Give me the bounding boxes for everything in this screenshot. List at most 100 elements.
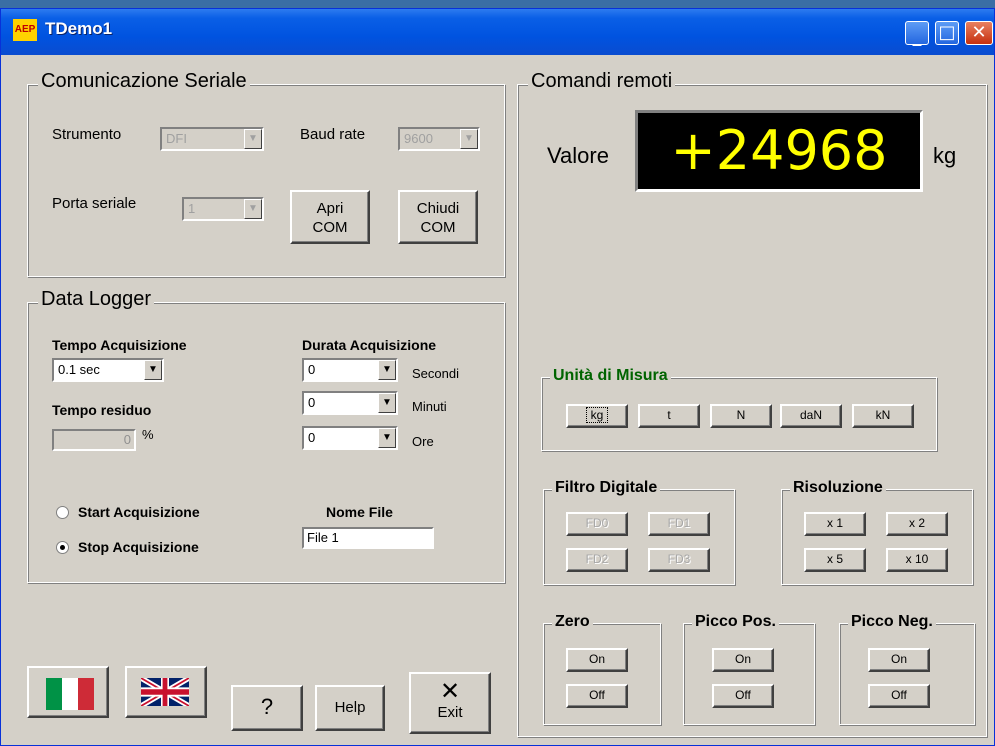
chiudi-com-button[interactable]: Chiudi COM — [398, 190, 478, 244]
title-bar[interactable]: AEP TDemo1 _ □ ✕ — [1, 9, 994, 55]
resolution-x1-button[interactable]: x 1 — [804, 512, 866, 536]
help-button[interactable]: Help — [315, 685, 385, 731]
close-icon: ✕ — [971, 22, 987, 43]
minimize-button[interactable]: _ — [905, 21, 929, 47]
percent-unit: % — [142, 427, 154, 442]
valore-display: +24968 — [635, 110, 923, 192]
unita-misura-group: Unità di Misura kg t N daN kN — [541, 367, 937, 451]
close-button[interactable]: ✕ — [965, 21, 993, 45]
strumento-label: Strumento — [52, 126, 122, 143]
resolution-x5-button[interactable]: x 5 — [804, 548, 866, 572]
comandi-remoti-legend: Comandi remoti — [528, 70, 676, 93]
ore-label: Ore — [412, 434, 434, 449]
minuti-value: 0 — [308, 395, 316, 410]
durata-acquisizione-label: Durata Acquisizione — [302, 337, 437, 353]
resolution-x10-button[interactable]: x 10 — [886, 548, 948, 572]
chevron-down-icon[interactable]: ▼ — [378, 360, 396, 380]
unit-kn-button[interactable]: kN — [852, 404, 914, 428]
picco-neg-off-button[interactable]: Off — [868, 684, 930, 708]
zero-legend: Zero — [552, 613, 593, 631]
question-button[interactable]: ? — [231, 685, 303, 731]
resolution-x2-button[interactable]: x 2 — [886, 512, 948, 536]
serial-legend: Comunicazione Seriale — [38, 70, 250, 93]
picco-pos-legend: Picco Pos. — [692, 613, 779, 631]
tempo-residuo-field: 0 — [52, 429, 136, 451]
chevron-down-icon[interactable]: ▼ — [378, 393, 396, 413]
porta-seriale-label: Porta seriale — [52, 195, 137, 212]
unita-misura-legend: Unità di Misura — [550, 367, 671, 385]
valore-label: Valore — [547, 143, 609, 168]
chevron-down-icon[interactable]: ▼ — [460, 129, 478, 149]
valore-unit: kg — [933, 143, 957, 168]
filtro-digitale-legend: Filtro Digitale — [552, 479, 661, 497]
baud-rate-value: 9600 — [404, 131, 433, 146]
nome-file-label: Nome File — [326, 504, 393, 520]
apri-com-line2: COM — [312, 219, 348, 236]
filter-fd1-button[interactable]: FD1 — [648, 512, 710, 536]
baud-rate-label: Baud rate — [300, 126, 366, 143]
filter-fd2-button[interactable]: FD2 — [566, 548, 628, 572]
tempo-residuo-label-text: Tempo residuo — [52, 402, 152, 418]
chevron-down-icon[interactable]: ▼ — [244, 199, 262, 219]
risoluzione-group: Risoluzione x 1 x 2 x 5 x 10 — [781, 479, 973, 585]
exit-button[interactable]: ✕ Exit — [409, 672, 491, 734]
chevron-down-icon[interactable]: ▼ — [378, 428, 396, 448]
maximize-button[interactable]: □ — [935, 21, 959, 45]
minuti-combo[interactable]: 0 ▼ — [302, 391, 398, 415]
data-logger-legend: Data Logger — [38, 288, 155, 311]
unit-kg-button[interactable]: kg — [566, 404, 628, 428]
picco-neg-group: Picco Neg. On Off — [839, 613, 975, 725]
picco-pos-group: Picco Pos. On Off — [683, 613, 815, 725]
tempo-acquisizione-label: Tempo Acquisizione — [52, 337, 187, 353]
tempo-acquisizione-combo[interactable]: 0.1 sec ▼ — [52, 358, 164, 382]
minuti-label: Minuti — [412, 399, 447, 414]
picco-neg-legend: Picco Neg. — [848, 613, 936, 631]
main-window: AEP TDemo1 _ □ ✕ Comunicazione Seriale S… — [0, 8, 995, 746]
data-logger-group: Data Logger Tempo Acquisizione 0.1 sec ▼… — [27, 288, 505, 583]
unit-kg-label: kg — [585, 407, 609, 423]
app-logo-icon: AEP — [13, 19, 37, 41]
uk-flag-icon — [141, 678, 189, 706]
porta-seriale-combo[interactable]: 1 ▼ — [182, 197, 264, 221]
secondi-value: 0 — [308, 362, 316, 377]
picco-pos-off-button[interactable]: Off — [712, 684, 774, 708]
chevron-down-icon[interactable]: ▼ — [244, 129, 262, 149]
unit-n-button[interactable]: N — [710, 404, 772, 428]
filtro-digitale-group: Filtro Digitale FD0 FD1 FD2 FD3 — [543, 479, 735, 585]
start-acquisizione-label[interactable]: Start Acquisizione — [78, 504, 200, 520]
risoluzione-legend: Risoluzione — [790, 479, 886, 497]
zero-on-button[interactable]: On — [566, 648, 628, 672]
unit-t-button[interactable]: t — [638, 404, 700, 428]
stop-acquisizione-label[interactable]: Stop Acquisizione — [78, 539, 199, 555]
window-title: TDemo1 — [45, 19, 113, 38]
filter-fd3-button[interactable]: FD3 — [648, 548, 710, 572]
serial-group: Comunicazione Seriale Strumento DFI ▼ Ba… — [27, 70, 505, 277]
strumento-combo[interactable]: DFI ▼ — [160, 127, 264, 151]
exit-icon: ✕ — [439, 678, 461, 705]
filter-fd0-button[interactable]: FD0 — [566, 512, 628, 536]
baud-rate-combo[interactable]: 9600 ▼ — [398, 127, 480, 151]
tempo-acquisizione-value: 0.1 sec — [58, 362, 100, 377]
minimize-icon: _ — [912, 26, 922, 47]
italian-language-button[interactable] — [27, 666, 109, 718]
nome-file-input[interactable]: File 1 — [302, 527, 434, 549]
ore-combo[interactable]: 0 ▼ — [302, 426, 398, 450]
zero-off-button[interactable]: Off — [566, 684, 628, 708]
picco-neg-on-button[interactable]: On — [868, 648, 930, 672]
apri-com-line1: Apri — [316, 200, 344, 217]
strumento-value: DFI — [166, 131, 187, 146]
maximize-icon: □ — [938, 22, 956, 43]
chevron-down-icon[interactable]: ▼ — [144, 360, 162, 380]
zero-group: Zero On Off — [543, 613, 661, 725]
stop-acquisizione-radio[interactable] — [56, 541, 69, 554]
unit-dan-button[interactable]: daN — [780, 404, 842, 428]
start-acquisizione-radio[interactable] — [56, 506, 69, 519]
secondi-label: Secondi — [412, 366, 459, 381]
ore-value: 0 — [308, 430, 316, 445]
secondi-combo[interactable]: 0 ▼ — [302, 358, 398, 382]
porta-seriale-value: 1 — [188, 201, 196, 216]
apri-com-button[interactable]: Apri COM — [290, 190, 370, 244]
chiudi-com-line1: Chiudi — [416, 200, 460, 217]
picco-pos-on-button[interactable]: On — [712, 648, 774, 672]
english-language-button[interactable] — [125, 666, 207, 718]
